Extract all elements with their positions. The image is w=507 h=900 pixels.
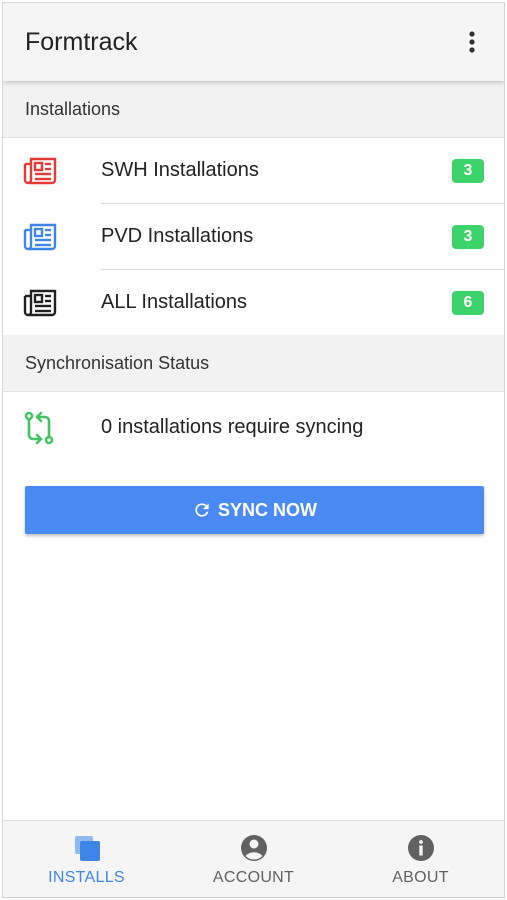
refresh-icon [195, 503, 209, 517]
installations-section-header: Installations [3, 81, 504, 138]
sync-status-text: 0 installations require syncing [101, 416, 364, 438]
list-item-pvd-installations[interactable]: PVD Installations 3 [3, 204, 504, 269]
count-badge: 3 [452, 158, 484, 183]
info-icon [407, 835, 434, 861]
app-bar: Formtrack [3, 3, 504, 81]
sync-section-title: Synchronisation Status [25, 352, 210, 373]
sync-status-row: 0 installations require syncing [3, 395, 504, 460]
nav-label-about: ABOUT [392, 869, 449, 886]
pvd-form-icon [23, 222, 61, 252]
app-title: Formtrack [25, 27, 138, 56]
installations-section-title: Installations [25, 98, 121, 119]
list-item-label: SWH Installations [101, 159, 259, 181]
app-frame: Formtrack Installations SWH Installation… [2, 2, 505, 898]
count-badge: 6 [452, 290, 484, 315]
nav-label-account: ACCOUNT [212, 869, 295, 886]
account-circle-icon [240, 835, 267, 861]
list-item-swh-installations[interactable]: SWH Installations 3 [3, 138, 504, 203]
bottom-navigation: INSTALLS ACCOUNT ABOUT [3, 820, 504, 897]
nav-label-installs: INSTALLS [48, 869, 125, 886]
list-item-label: ALL Installations [101, 291, 248, 313]
sync-now-button[interactable]: SYNC NOW [25, 486, 484, 534]
nav-tab-installs[interactable]: INSTALLS [3, 821, 170, 897]
overflow-menu-button[interactable] [452, 22, 492, 62]
sync-arrows-icon [23, 411, 61, 444]
stack-icon [74, 836, 100, 861]
nav-tab-account[interactable]: ACCOUNT [170, 821, 337, 897]
sync-now-label: SYNC NOW [218, 499, 317, 520]
more-vert-icon [469, 31, 475, 53]
sync-section-header: Synchronisation Status [3, 335, 504, 392]
swh-form-icon [23, 156, 61, 186]
all-form-icon [23, 288, 61, 318]
count-badge: 3 [452, 224, 484, 249]
list-item-label: PVD Installations [101, 225, 254, 247]
list-item-all-installations[interactable]: ALL Installations 6 [3, 270, 504, 335]
nav-tab-about[interactable]: ABOUT [337, 821, 504, 897]
